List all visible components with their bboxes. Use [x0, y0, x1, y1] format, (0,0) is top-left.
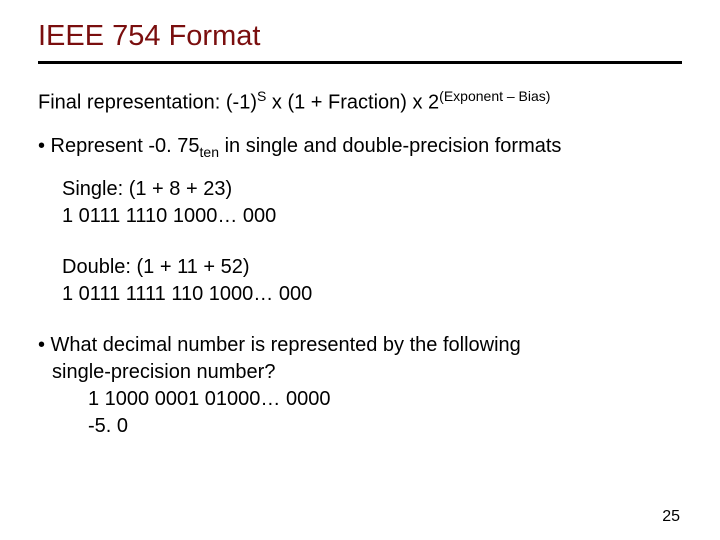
q-line1: • What decimal number is represented by …	[38, 332, 682, 359]
title-rule	[38, 61, 682, 64]
double-block: Double: (1 + 11 + 52) 1 0111 1111 110 10…	[62, 254, 682, 308]
bullet-represent: • Represent -0. 75ten in single and doub…	[38, 135, 682, 160]
final-representation: Final representation: (-1)S x (1 + Fract…	[38, 88, 682, 115]
bullet1-sub: ten	[200, 144, 219, 160]
repr-sup-s: S	[257, 88, 266, 104]
bullet-question: • What decimal number is represented by …	[38, 332, 682, 440]
slide-title: IEEE 754 Format	[38, 20, 682, 53]
repr-prefix: Final representation: (-1)	[38, 92, 257, 114]
double-bits: 1 0111 1111 110 1000… 000	[62, 281, 682, 308]
bullet1-a: • Represent -0. 75	[38, 135, 200, 157]
repr-sup-exp: (Exponent – Bias)	[439, 88, 550, 104]
slide: IEEE 754 Format Final representation: (-…	[0, 0, 720, 440]
double-label: Double: (1 + 11 + 52)	[62, 254, 682, 281]
repr-mid: x (1 + Fraction) x 2	[266, 92, 439, 114]
bullet1-b: in single and double-precision formats	[219, 135, 561, 157]
q-answer: -5. 0	[88, 413, 682, 440]
single-block: Single: (1 + 8 + 23) 1 0111 1110 1000… 0…	[62, 176, 682, 230]
q-line2: single-precision number?	[52, 359, 682, 386]
page-number: 25	[662, 508, 680, 526]
single-bits: 1 0111 1110 1000… 000	[62, 203, 682, 230]
q-bits: 1 1000 0001 01000… 0000	[88, 386, 682, 413]
single-label: Single: (1 + 8 + 23)	[62, 176, 682, 203]
